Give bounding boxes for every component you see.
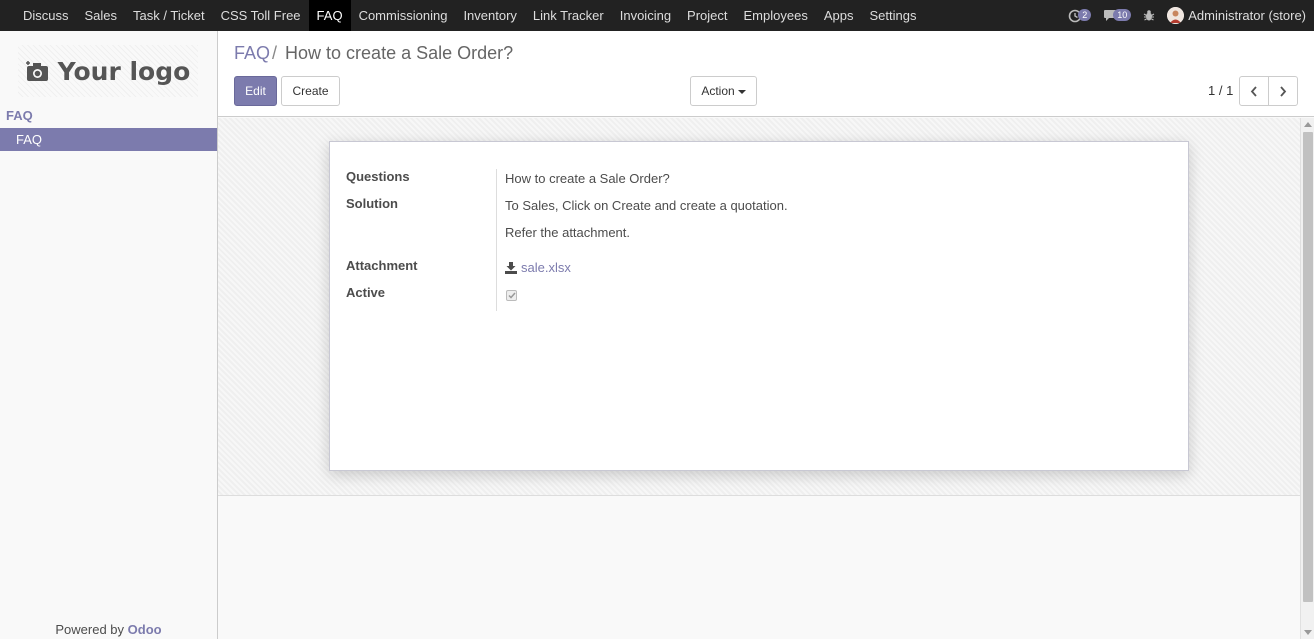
chevron-left-icon bbox=[1250, 85, 1257, 97]
breadcrumb-current: How to create a Sale Order? bbox=[285, 43, 514, 63]
breadcrumb-separator: / bbox=[272, 43, 278, 63]
field-divider bbox=[496, 169, 497, 311]
powered-by-prefix: Powered by bbox=[55, 622, 125, 637]
messages-button[interactable]: 10 bbox=[1103, 8, 1132, 22]
user-menu[interactable]: Administrator (store) bbox=[1167, 7, 1306, 24]
questions-label: Questions bbox=[346, 169, 410, 184]
breadcrumb: FAQ / How to create a Sale Order? bbox=[234, 43, 513, 64]
action-label: Action bbox=[701, 84, 735, 98]
user-name: Administrator (store) bbox=[1188, 8, 1306, 23]
main-menu: Discuss Sales Task / Ticket CSS Toll Fre… bbox=[0, 0, 924, 31]
pager-value: 1 / 1 bbox=[1208, 83, 1234, 98]
odoo-link[interactable]: Odoo bbox=[128, 622, 162, 637]
sidebar: Your logo FAQ FAQ Powered by Odoo bbox=[0, 31, 218, 639]
top-navbar: Discuss Sales Task / Ticket CSS Toll Fre… bbox=[0, 0, 1314, 31]
vertical-scrollbar[interactable] bbox=[1300, 118, 1314, 639]
menu-item-invoicing[interactable]: Invoicing bbox=[612, 0, 679, 31]
solution-line-2: Refer the attachment. bbox=[505, 225, 631, 240]
menu-item-css-toll-free[interactable]: CSS Toll Free bbox=[213, 0, 309, 31]
menu-item-task-ticket[interactable]: Task / Ticket bbox=[125, 0, 213, 31]
menu-item-apps[interactable]: Apps bbox=[816, 0, 862, 31]
pager-previous-button[interactable] bbox=[1239, 76, 1269, 106]
sidebar-item-faq[interactable]: FAQ bbox=[0, 128, 217, 151]
edit-button[interactable]: Edit bbox=[234, 76, 277, 106]
scroll-up-icon[interactable] bbox=[1304, 122, 1312, 127]
attachment-filename: sale.xlsx bbox=[521, 260, 571, 275]
caret-down-icon bbox=[737, 89, 746, 94]
menu-item-inventory[interactable]: Inventory bbox=[455, 0, 524, 31]
company-logo[interactable]: Your logo bbox=[18, 45, 198, 97]
download-icon bbox=[505, 261, 517, 274]
chevron-right-icon bbox=[1280, 85, 1287, 97]
systray: 2 10 Administrator (store) bbox=[1056, 0, 1314, 31]
menu-item-link-tracker[interactable]: Link Tracker bbox=[525, 0, 612, 31]
activity-button[interactable]: 2 bbox=[1068, 8, 1092, 23]
breadcrumb-faq-link[interactable]: FAQ bbox=[234, 43, 270, 63]
logo-text: Your logo bbox=[57, 56, 191, 86]
camera-icon bbox=[25, 61, 48, 81]
active-label: Active bbox=[346, 285, 386, 300]
menu-item-employees[interactable]: Employees bbox=[736, 0, 816, 31]
debug-button[interactable] bbox=[1143, 9, 1155, 22]
solution-label: Solution bbox=[346, 196, 398, 211]
control-panel: FAQ / How to create a Sale Order? Edit Cre… bbox=[218, 31, 1314, 117]
active-checkbox[interactable] bbox=[506, 290, 517, 301]
pager-next-button[interactable] bbox=[1268, 76, 1298, 106]
scroll-down-icon[interactable] bbox=[1304, 630, 1312, 635]
form-sheet: Questions How to create a Sale Order? So… bbox=[329, 141, 1189, 471]
sheet-background: Questions How to create a Sale Order? So… bbox=[218, 118, 1301, 496]
sidebar-heading-faq[interactable]: FAQ bbox=[6, 108, 33, 123]
scroll-thumb[interactable] bbox=[1303, 132, 1313, 602]
menu-item-commissioning[interactable]: Commissioning bbox=[351, 0, 456, 31]
attachment-label: Attachment bbox=[346, 258, 418, 273]
create-button[interactable]: Create bbox=[281, 76, 340, 106]
bug-icon bbox=[1143, 10, 1155, 21]
message-count-badge: 10 bbox=[1113, 8, 1132, 21]
checkmark-icon bbox=[507, 292, 516, 299]
questions-value: How to create a Sale Order? bbox=[505, 171, 670, 186]
menu-item-faq[interactable]: FAQ bbox=[308, 0, 351, 31]
solution-line-1: To Sales, Click on Create and create a q… bbox=[505, 198, 788, 213]
attachment-download-link[interactable]: sale.xlsx bbox=[505, 260, 571, 275]
menu-item-project[interactable]: Project bbox=[679, 0, 735, 31]
user-avatar-icon bbox=[1167, 7, 1185, 24]
menu-item-settings[interactable]: Settings bbox=[861, 0, 924, 31]
menu-item-sales[interactable]: Sales bbox=[77, 0, 126, 31]
form-view: Questions How to create a Sale Order? So… bbox=[218, 118, 1314, 639]
action-dropdown[interactable]: Action bbox=[690, 76, 757, 106]
menu-item-discuss[interactable]: Discuss bbox=[15, 0, 77, 31]
activity-count-badge: 2 bbox=[1078, 8, 1092, 21]
powered-by: Powered by Odoo bbox=[0, 622, 217, 637]
